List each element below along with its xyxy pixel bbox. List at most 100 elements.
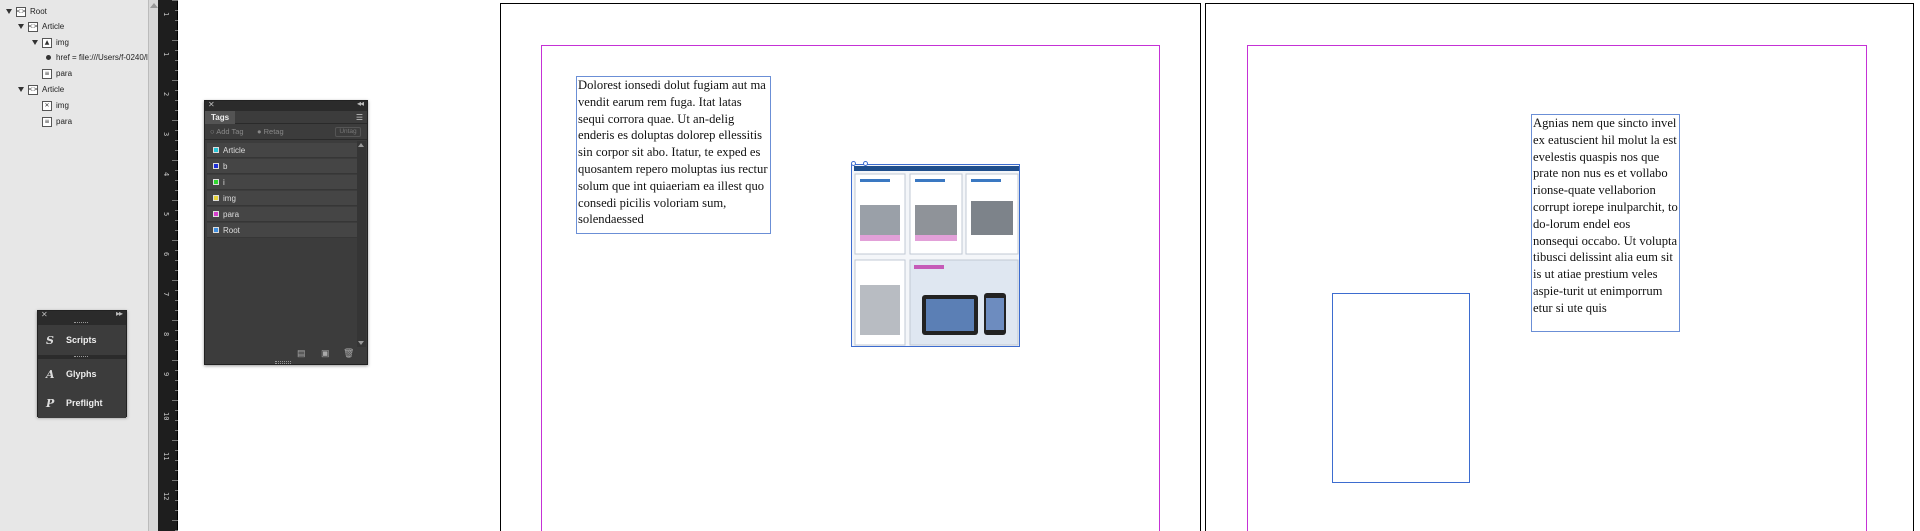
tree-item-img[interactable]: ▲ img [32, 35, 69, 50]
vertical-ruler[interactable]: 1 1 2 3 4 5 6 7 8 9 10 11 12 [158, 0, 178, 531]
tree-item-label: img [56, 38, 69, 47]
tags-scrollbar[interactable] [357, 141, 366, 347]
ruler-label: 5 [162, 212, 170, 217]
structure-scrollbar[interactable] [148, 0, 158, 531]
ruler-tick [175, 30, 178, 31]
tree-item-label: para [56, 117, 73, 126]
preflight-icon: P [46, 396, 55, 410]
ruler-label: 7 [162, 292, 170, 297]
glyphs-button[interactable]: A Glyphs [38, 359, 126, 389]
collapse-icon[interactable]: ◂◂ [357, 99, 364, 108]
tag-color-swatch [213, 179, 219, 185]
page-left[interactable]: Dolorest ionsedi dolut fugiam aut ma ven… [500, 3, 1201, 531]
ruler-tick [172, 480, 178, 481]
ruler-label: 8 [162, 332, 170, 337]
structure-pane: <> Root <> Article ▲ img href = file:///… [0, 0, 150, 531]
expand-icon[interactable]: ▸▸ [116, 309, 123, 318]
expand-triangle-icon[interactable] [6, 9, 12, 14]
ruler-tick [175, 130, 178, 131]
tree-item-label: img [56, 101, 69, 110]
dock-panel: ✕ ▸▸ S Scripts A Glyphs P Preflight [37, 309, 127, 418]
scroll-down-icon[interactable] [358, 341, 364, 345]
auto-tag-icon[interactable]: ▤ [297, 348, 306, 359]
ruler-tick [175, 500, 178, 501]
ruler-tick [172, 320, 178, 321]
tree-item-label: Root [30, 7, 47, 16]
tags-footer: ▤ ▣ 🗑 [205, 346, 367, 360]
ruler-tick [172, 40, 178, 41]
ruler-tick [172, 440, 178, 441]
ruler-tick [175, 300, 178, 301]
anchor-handle-icon[interactable] [863, 161, 868, 166]
ruler-tick [175, 490, 178, 491]
ruler-label: 9 [162, 372, 170, 377]
text-frame-left[interactable]: Dolorest ionsedi dolut fugiam aut ma ven… [576, 76, 771, 234]
expand-triangle-icon[interactable] [32, 40, 38, 45]
image-element-icon: ▲ [42, 37, 52, 48]
tag-row-img[interactable]: img [207, 191, 359, 206]
ruler-tick [175, 260, 178, 261]
glyphs-icon: A [46, 367, 55, 381]
scroll-up-icon[interactable] [150, 3, 158, 8]
expand-triangle-icon[interactable] [18, 24, 24, 29]
ruler-tick [172, 400, 178, 401]
new-tag-icon[interactable]: ▣ [321, 348, 330, 359]
tag-color-swatch [213, 147, 219, 153]
tree-item-img[interactable]: ✕ img [42, 98, 69, 113]
ruler-tick [172, 240, 178, 241]
ruler-tick [172, 280, 178, 281]
page-right[interactable]: Agnias nem que sincto invel ex eatuscien… [1205, 3, 1914, 531]
trash-icon[interactable]: 🗑 [343, 348, 354, 359]
tree-item-href-attribute[interactable]: href = file:///Users/f-0240/l [46, 50, 148, 65]
panel-titlebar[interactable]: ✕ ◂◂ [205, 99, 367, 111]
scripts-button[interactable]: S Scripts [38, 325, 126, 355]
tag-name: i [223, 177, 225, 187]
add-tag-button[interactable]: ○ Add Tag [210, 127, 244, 136]
anchor-handle-icon[interactable] [851, 161, 856, 166]
expand-triangle-icon[interactable] [18, 87, 24, 92]
element-icon: <> [15, 6, 27, 17]
retag-button[interactable]: ● Retag [257, 127, 284, 136]
panel-titlebar[interactable]: ✕ ▸▸ [38, 309, 126, 321]
ruler-tick [172, 80, 178, 81]
tree-item-para[interactable]: ≡ para [42, 66, 72, 81]
tree-item-root[interactable]: <> Root [6, 4, 47, 19]
ruler-tick [175, 220, 178, 221]
preflight-button[interactable]: P Preflight [38, 388, 126, 418]
untag-button[interactable]: Untag [335, 127, 361, 137]
retag-label: Retag [263, 127, 284, 136]
ruler-tick [175, 250, 178, 251]
ruler-tick [175, 170, 178, 171]
empty-graphic-frame[interactable] [1332, 293, 1470, 483]
tree-item-para[interactable]: ≡ para [42, 114, 72, 129]
tag-row-i[interactable]: i [207, 175, 359, 190]
tab-tags-label: Tags [211, 113, 230, 122]
ruler-tick [172, 0, 178, 1]
close-icon[interactable]: ✕ [41, 310, 48, 319]
tree-item-article[interactable]: <> Article [18, 19, 64, 34]
scroll-up-icon[interactable] [358, 143, 364, 147]
tag-name: Root [223, 225, 240, 235]
tag-row-para[interactable]: para [207, 207, 359, 222]
tag-name: para [223, 209, 240, 219]
ruler-tick [175, 180, 178, 181]
tags-panel-header: Tags ☰ [205, 111, 367, 124]
text-frame-right[interactable]: Agnias nem que sincto invel ex eatuscien… [1531, 114, 1680, 332]
panel-menu-icon[interactable]: ☰ [356, 113, 363, 122]
resize-grip[interactable] [275, 361, 291, 364]
tab-tags[interactable]: Tags [205, 111, 236, 124]
ruler-tick [175, 230, 178, 231]
tree-item-article[interactable]: <> Article [18, 82, 64, 97]
ruler-tick [175, 290, 178, 291]
ruler-tick [175, 390, 178, 391]
tag-row-article[interactable]: Article [207, 143, 359, 158]
tag-row-root[interactable]: Root [207, 223, 359, 238]
ruler-tick [175, 350, 178, 351]
image-frame[interactable] [851, 164, 1020, 347]
ruler-tick [175, 460, 178, 461]
tag-row-b[interactable]: b [207, 159, 359, 174]
ruler-tick [175, 60, 178, 61]
ruler-tick [175, 420, 178, 421]
close-icon[interactable]: ✕ [208, 100, 215, 109]
tree-item-label: para [56, 69, 73, 78]
